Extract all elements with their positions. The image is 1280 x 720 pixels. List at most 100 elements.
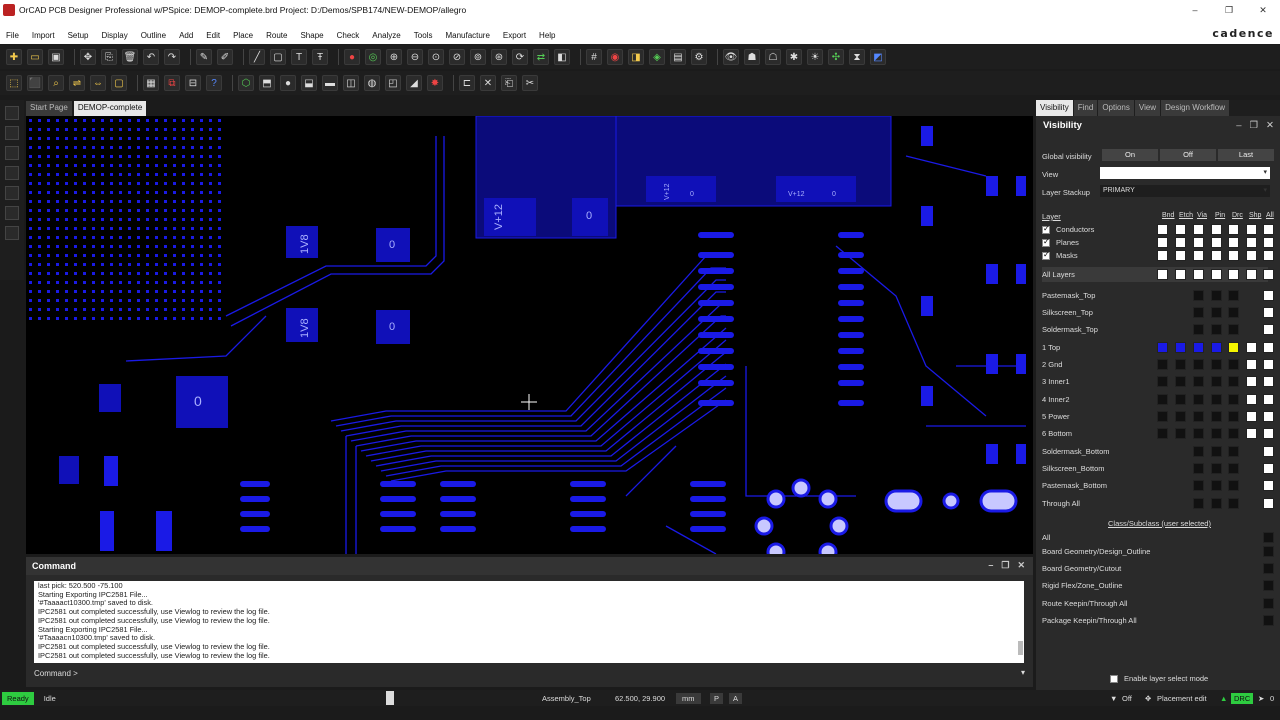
pcb-canvas[interactable]: V+12 0 1V8 0 1V8 0 0 V+12 0 0 V+12 [26, 116, 1033, 554]
visibility-checkbox[interactable] [1246, 269, 1257, 280]
visibility-checkbox[interactable] [1263, 359, 1274, 370]
visibility-icon[interactable]: 👁 [723, 49, 739, 65]
visibility-checkbox[interactable] [1246, 394, 1257, 405]
menu-import[interactable]: Import [26, 31, 62, 40]
visibility-checkbox[interactable] [1157, 269, 1168, 280]
cut-icon[interactable]: ✂ [522, 75, 538, 91]
zoom-center-icon[interactable]: ⊚ [470, 49, 486, 65]
tool-bracket-icon[interactable] [5, 146, 19, 160]
tool-hand-icon[interactable] [5, 126, 19, 140]
visibility-checkbox[interactable] [1175, 269, 1186, 280]
visibility-checkbox[interactable] [1246, 237, 1257, 248]
visibility-checkbox[interactable] [1228, 250, 1239, 261]
class-row[interactable]: Board Geometry/Cutout [1042, 561, 1268, 576]
status-drc[interactable]: DRC [1231, 692, 1254, 704]
layer-color-swatch[interactable] [1175, 428, 1186, 439]
tool-grid-icon[interactable] [5, 226, 19, 240]
layer-color-swatch[interactable] [1193, 480, 1204, 491]
visibility-checkbox[interactable] [1157, 237, 1168, 248]
panel-close-icon[interactable]: ✕ [1266, 120, 1274, 131]
visibility-checkbox[interactable] [1211, 224, 1222, 235]
visibility-checkbox[interactable] [1175, 237, 1186, 248]
color-icon[interactable]: ◉ [607, 49, 623, 65]
save-icon[interactable]: ▣ [48, 49, 64, 65]
tab-find[interactable]: Find [1073, 100, 1098, 116]
status-units[interactable]: mm [676, 692, 701, 704]
layer-color-swatch[interactable] [1211, 342, 1222, 353]
layer-color-swatch[interactable] [1157, 359, 1168, 370]
menu-route[interactable]: Route [260, 31, 294, 40]
view-select[interactable] [1100, 167, 1270, 179]
fill-icon[interactable]: ◢ [406, 75, 422, 91]
visibility-checkbox[interactable] [1263, 463, 1274, 474]
stackup-select[interactable]: PRIMARY [1100, 185, 1270, 197]
layer-color-swatch[interactable] [1193, 376, 1204, 387]
tab-visibility[interactable]: Visibility [1036, 100, 1073, 116]
slide-icon[interactable]: ⬒ [259, 75, 275, 91]
zoom-fit-icon[interactable]: ◎ [365, 49, 381, 65]
menu-edit[interactable]: Edit [200, 31, 227, 40]
pin-icon[interactable]: ✎ [196, 49, 212, 65]
fanout-icon[interactable]: ⬓ [301, 75, 317, 91]
tab-start-page[interactable]: Start Page [26, 101, 72, 116]
visibility-checkbox[interactable] [1193, 269, 1204, 280]
layer-color-swatch[interactable] [1175, 359, 1186, 370]
command-log[interactable]: last pick: 520.500 -75.100 Starting Expo… [34, 581, 1024, 663]
visibility-checkbox[interactable] [1263, 376, 1274, 387]
visibility-checkbox[interactable] [1263, 428, 1274, 439]
layer-color-swatch[interactable] [1228, 394, 1239, 405]
zoom-points-icon[interactable]: ⊛ [491, 49, 507, 65]
tab-design-workflow[interactable]: Design Workflow [1161, 100, 1229, 116]
add-line-icon[interactable]: ╱ [249, 49, 265, 65]
3d-view-icon[interactable]: ◧ [554, 49, 570, 65]
edit-text-icon[interactable]: Ŧ [312, 49, 328, 65]
layer-color-swatch[interactable] [1228, 342, 1239, 353]
layer-color-swatch[interactable] [1228, 376, 1239, 387]
zoom-prev-icon[interactable]: ⊘ [449, 49, 465, 65]
visibility-checkbox[interactable] [1263, 307, 1274, 318]
visibility-checkbox[interactable] [1211, 269, 1222, 280]
place-spread-icon[interactable]: ⇔ [90, 75, 106, 91]
layer-color-swatch[interactable] [1211, 324, 1222, 335]
layer-color-swatch[interactable] [1228, 428, 1239, 439]
layer-color-swatch[interactable] [1228, 411, 1239, 422]
layer-color-swatch[interactable] [1193, 463, 1204, 474]
layer-color-swatch[interactable] [1157, 342, 1168, 353]
visibility-checkbox[interactable] [1246, 411, 1257, 422]
visibility-checkbox[interactable] [1246, 250, 1257, 261]
conductors-checkbox[interactable] [1042, 224, 1050, 234]
global-last-button[interactable]: Last [1218, 149, 1274, 161]
layer-color-swatch[interactable] [1157, 376, 1168, 387]
move-icon[interactable]: ✥ [80, 49, 96, 65]
place-manual-icon[interactable]: ⬚ [6, 75, 22, 91]
zoom-in-icon[interactable]: ⊕ [386, 49, 402, 65]
layer-color-swatch[interactable] [1193, 290, 1204, 301]
status-p-button[interactable]: P [710, 692, 724, 704]
panel-float-icon[interactable]: ❐ [1250, 120, 1259, 131]
status-a-button[interactable]: A [729, 692, 743, 704]
visibility-checkbox[interactable] [1246, 224, 1257, 235]
help-icon[interactable]: ? [206, 75, 222, 91]
layer-color-swatch[interactable] [1193, 359, 1204, 370]
flip-icon[interactable]: ⇄ [533, 49, 549, 65]
sun-icon[interactable]: ☀ [807, 49, 823, 65]
layer-color-swatch[interactable] [1211, 480, 1222, 491]
status-filter[interactable]: Off [1122, 694, 1132, 703]
redraw-icon[interactable]: ⟳ [512, 49, 528, 65]
layer-color-swatch[interactable] [1211, 411, 1222, 422]
menu-analyze[interactable]: Analyze [366, 31, 407, 40]
tool-chip-icon[interactable] [5, 186, 19, 200]
visibility-checkbox[interactable] [1228, 269, 1239, 280]
layer-color-swatch[interactable] [1157, 394, 1168, 405]
add-rect-icon[interactable]: ▢ [270, 49, 286, 65]
status-mode[interactable]: Placement edit [1157, 694, 1207, 703]
layer-color-swatch[interactable] [1211, 376, 1222, 387]
tab-view[interactable]: View [1134, 100, 1161, 116]
shape-edit-icon[interactable]: ◫ [343, 75, 359, 91]
copy-icon[interactable]: ⎘ [101, 49, 117, 65]
measure-icon[interactable]: ◩ [870, 49, 886, 65]
menu-display[interactable]: Display [95, 31, 134, 40]
visibility-checkbox[interactable] [1263, 411, 1274, 422]
layer-color-swatch[interactable] [1193, 446, 1204, 457]
grid-icon[interactable]: # [586, 49, 602, 65]
